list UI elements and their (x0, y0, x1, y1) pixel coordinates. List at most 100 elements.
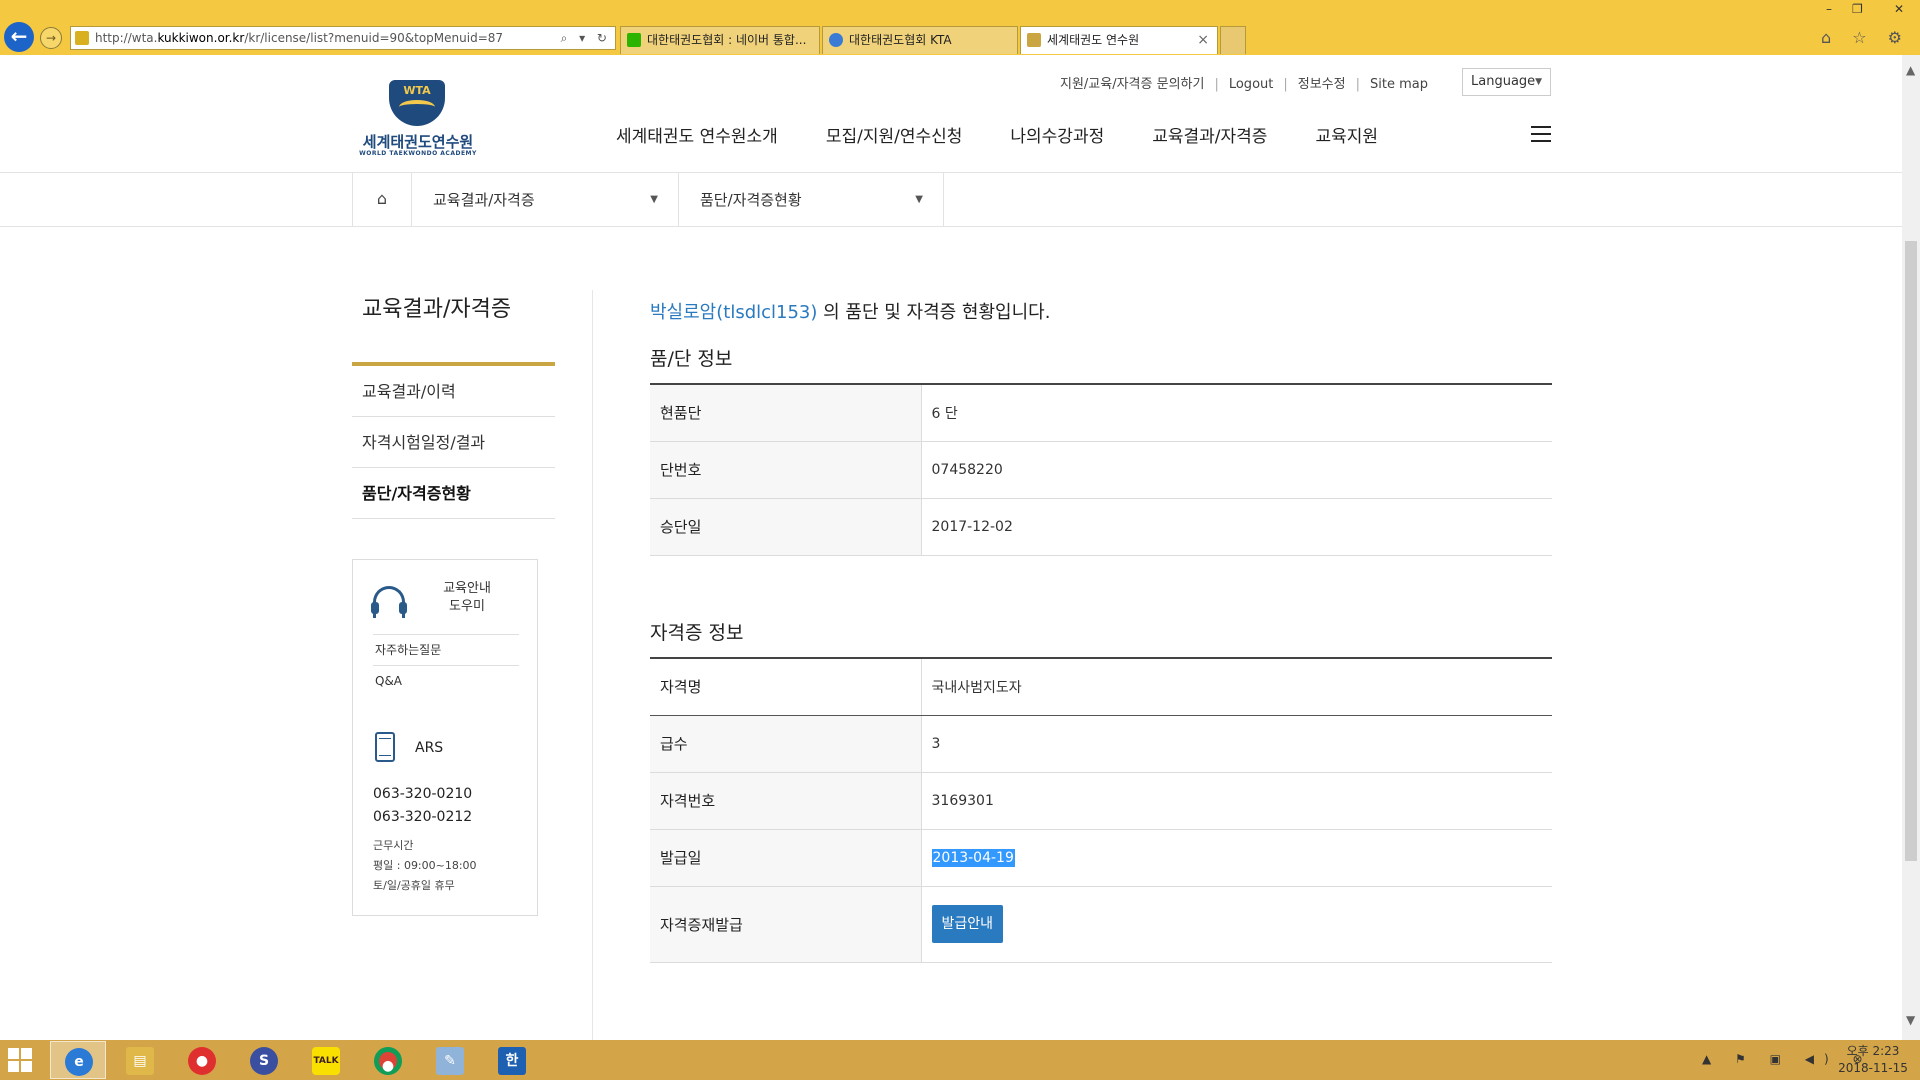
tab-label: 대한태권도협회 : 네이버 통합... (647, 33, 807, 47)
breadcrumb-dropdown-level1[interactable]: 교육결과/자격증 ▼ (412, 173, 679, 227)
rank-label: 현품단 (650, 384, 922, 442)
minimize-button[interactable]: – (1826, 2, 1832, 16)
content-divider (592, 290, 593, 1040)
taskbar-kakaotalk-icon[interactable]: TALK (298, 1041, 354, 1079)
ie-tab-icon (829, 33, 843, 47)
util-link-edit-profile[interactable]: 정보수정 (1298, 77, 1346, 92)
reissue-label: 자격증재발급 (650, 886, 922, 963)
browser-tab-kta[interactable]: 대한태권도협회 KTA (822, 26, 1018, 54)
taskbar-chrome-icon[interactable]: ● (360, 1041, 416, 1079)
taskbar-paint-icon[interactable]: ✎ (422, 1041, 478, 1079)
help-header: 교육안내 도우미 (371, 580, 519, 630)
address-tools-icons[interactable]: ⌕ ▾ ↻ (561, 27, 611, 49)
promotion-date-value: 2017-12-02 (921, 498, 1552, 556)
scroll-up-icon[interactable]: ▲ (1906, 63, 1915, 77)
browser-tab-naver[interactable]: 대한태권도협회 : 네이버 통합... (620, 26, 820, 54)
browser-tab-wta[interactable]: 세계태권도 연수원 × (1020, 26, 1218, 54)
breadcrumb-level1-label: 교육결과/자격증 (433, 191, 535, 209)
breadcrumb-dropdown-level2[interactable]: 품단/자격증현황 ▼ (679, 173, 944, 227)
qna-link[interactable]: Q&A (373, 665, 519, 696)
naver-tab-icon (627, 33, 641, 47)
faq-link[interactable]: 자주하는질문 (373, 634, 519, 665)
grade-label: 급수 (650, 715, 922, 773)
license-name-label: 자격명 (650, 658, 922, 716)
taskbar-app-sphere-icon[interactable]: S (236, 1041, 292, 1079)
wta-emblem-icon: WTA (389, 80, 445, 126)
taskbar-app-red-icon[interactable]: ● (174, 1041, 230, 1079)
taskbar-hangul-icon[interactable]: 한 (484, 1041, 540, 1079)
restore-button[interactable]: ❐ (1852, 2, 1863, 16)
issue-date-label: 발급일 (650, 829, 922, 887)
help-box: 교육안내 도우미 자주하는질문 Q&A ARS 063-320-0210 063… (352, 559, 538, 916)
util-link-inquiry[interactable]: 지원/교육/자격증 문의하기 (1060, 77, 1204, 92)
gnb-item-results[interactable]: 교육결과/자격증 (1152, 122, 1267, 147)
gnb-item-apply[interactable]: 모집/지원/연수신청 (826, 122, 963, 147)
wta-tab-icon (1027, 33, 1041, 47)
separator: | (1214, 77, 1219, 92)
intro-text: 의 품단 및 자격증 현황입니다. (817, 302, 1051, 323)
forward-button[interactable]: → (40, 27, 62, 49)
hours-weekend: 토/일/공휴일 휴무 (373, 879, 455, 892)
license-table: 자격명 국내사범지도자 급수 3 자격번호 3169301 발급일 2013-0… (650, 657, 1552, 963)
back-button[interactable]: ← (4, 22, 34, 52)
address-bar[interactable]: http://wta.kukkiwon.or.kr/kr/license/lis… (70, 26, 616, 50)
license-name-value: 국내사범지도자 (921, 658, 1552, 716)
page-intro: 박실로암(tlsdlcl153) 의 품단 및 자격증 현황입니다. (650, 298, 1050, 324)
util-link-sitemap[interactable]: Site map (1370, 77, 1428, 92)
home-favorites-settings-icons[interactable]: ⌂ ☆ ⚙ (1821, 28, 1910, 47)
home-icon[interactable]: ⌂ (352, 173, 412, 227)
taskbar-explorer-icon[interactable]: ▤ (112, 1041, 168, 1079)
ars-label: ARS (415, 740, 444, 756)
promotion-date-label: 승단일 (650, 498, 922, 556)
caret-down-icon: ▼ (915, 194, 923, 205)
windows-start-icon[interactable] (8, 1048, 34, 1074)
page-scrollbar[interactable]: ▲ ▼ (1902, 55, 1920, 1040)
license-section-title: 자격증 정보 (650, 622, 744, 644)
table-row: 자격번호 3169301 (650, 772, 1552, 830)
browser-toolbar: ← → http://wta.kukkiwon.or.kr/kr/license… (0, 0, 1920, 55)
close-window-button[interactable]: ✕ (1894, 2, 1904, 16)
sidebar-item-rank-license[interactable]: 품단/자격증현황 (352, 468, 555, 519)
headset-ear (399, 602, 407, 614)
menu-hamburger-icon[interactable] (1531, 126, 1551, 142)
utility-nav: 지원/교육/자격증 문의하기 | Logout | 정보수정 | Site map (1060, 73, 1428, 93)
util-link-logout[interactable]: Logout (1229, 77, 1274, 92)
site-favicon-icon (75, 31, 89, 45)
language-select[interactable]: Language ▼ (1462, 68, 1551, 96)
table-row: 급수 3 (650, 715, 1552, 773)
new-tab-button[interactable] (1220, 26, 1246, 54)
gnb-item-about[interactable]: 세계태권도 연수원소개 (616, 122, 778, 147)
close-tab-icon[interactable]: × (1197, 27, 1209, 53)
rank-value: 6 단 (921, 384, 1552, 442)
issue-guide-button[interactable]: 발급안내 (931, 905, 1004, 943)
url-domain: kukkiwon.or.kr (157, 31, 245, 45)
sidebar-item-education-history[interactable]: 교육결과/이력 (352, 366, 555, 417)
url-path: /kr/license/list?menuid=90&topMenuid=87 (244, 31, 504, 45)
taskbar: e ▤ ● S TALK ● ✎ 한 ▲ ⚑ ▣ ◀) ⊗ 오후 2:23 20… (0, 1040, 1920, 1080)
scroll-down-icon[interactable]: ▼ (1906, 1013, 1915, 1027)
emblem-text: WTA (403, 84, 431, 97)
table-row: 단번호 07458220 (650, 441, 1552, 499)
site-logo[interactable]: WTA 세계태권도연수원 WORLD TAEKWONDO ACADEMY (352, 80, 484, 160)
rank-section-title: 품/단 정보 (650, 348, 733, 370)
site-header: WTA 세계태권도연수원 WORLD TAEKWONDO ACADEMY 지원/… (0, 55, 1902, 173)
sidebar: 교육결과/자격증 교육결과/이력 자격시험일정/결과 품단/자격증현황 (352, 290, 555, 519)
sidebar-item-exam-schedule[interactable]: 자격시험일정/결과 (352, 417, 555, 468)
phone-icon (375, 732, 395, 762)
table-row: 현품단 6 단 (650, 384, 1552, 442)
table-row: 승단일 2017-12-02 (650, 498, 1552, 556)
separator: | (1283, 77, 1288, 92)
issue-date-value[interactable]: 2013-04-19 (931, 848, 1015, 867)
gnb-item-support[interactable]: 교육지원 (1315, 122, 1378, 147)
taskbar-clock[interactable]: 오후 2:23 2018-11-15 (1830, 1043, 1916, 1077)
gnb-item-my-courses[interactable]: 나의수강과정 (1010, 122, 1104, 147)
global-nav: 세계태권도 연수원소개 모집/지원/연수신청 나의수강과정 교육결과/자격증 교육지원 (616, 122, 1426, 148)
tab-label: 대한태권도협회 KTA (849, 33, 952, 47)
taskbar-ie-icon[interactable]: e (50, 1041, 106, 1079)
logo-english-text: WORLD TAEKWONDO ACADEMY (359, 150, 477, 157)
scrollbar-thumb[interactable] (1905, 241, 1917, 861)
caret-down-icon: ▼ (650, 194, 658, 205)
help-title: 교육안내 도우미 (423, 580, 511, 616)
reissue-cell: 발급안내 (921, 886, 1552, 963)
table-row: 자격증재발급 발급안내 (650, 886, 1552, 963)
